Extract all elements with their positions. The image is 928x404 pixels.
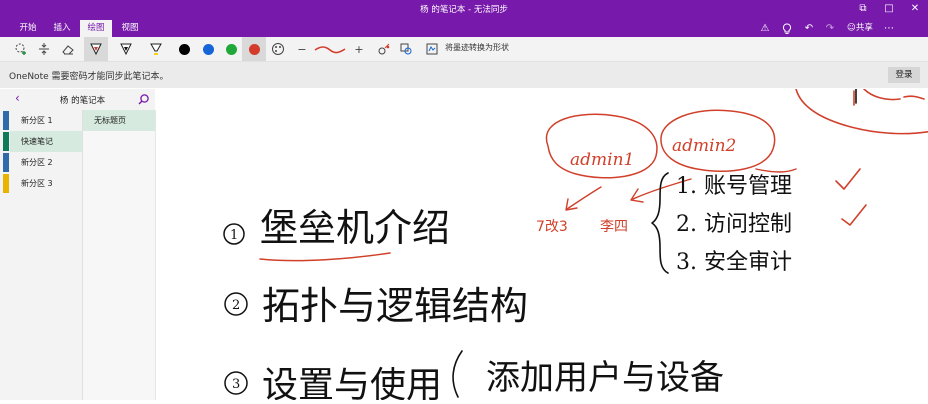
insert-space-icon[interactable] [34,39,54,59]
undo-icon[interactable]: ↶ [802,20,816,37]
warning-icon[interactable]: ⚠ [758,20,772,37]
window-title: 杨 的笔记本 - 无法同步 [420,5,508,15]
tab-draw[interactable]: 绘图 [80,20,112,37]
search-icon[interactable] [137,91,150,110]
more-options-icon[interactable]: ⋯ [882,20,896,37]
bubble-admin2-text: admin2 [672,136,736,156]
number-3: 3 [232,377,240,392]
brace-small [452,350,463,398]
section-color-tab [3,132,9,151]
shapes-icon[interactable] [396,39,416,59]
stroke-preview [312,39,348,59]
item-2: 2 拓扑与逻辑结构 [224,284,528,328]
number-1: 1 [230,228,238,243]
tab-view[interactable]: 视图 [114,20,146,37]
restore-window-icon[interactable]: ⧉ [850,0,876,18]
eraser-icon[interactable] [58,39,78,59]
number-2: 2 [232,298,240,313]
color-black-swatch[interactable] [174,39,194,59]
red-sketch-top-right [795,88,928,135]
item-3: 3 设置与使用 添加用户与设备 [224,350,724,404]
section-list: 新分区 1 快速笔记 新分区 2 新分区 3 [10,110,83,400]
section-item[interactable]: 新分区 3 [10,173,82,194]
section-label: 快速笔记 [21,137,53,146]
lightbulb-icon[interactable] [780,20,794,37]
note-canvas[interactable]: admin1 admin2 7改3 李四 1. 账号管理 2. 访问控制 3. … [156,88,928,404]
section-label: 新分区 1 [21,116,53,125]
feature-list: 1. 账号管理 2. 访问控制 3. 安全审计 [676,174,792,275]
share-label: 共享 [855,23,873,33]
section-color-tab [3,153,9,172]
red-note-left: 7改3 [536,219,568,235]
thickness-minus-icon[interactable]: − [292,39,312,59]
red-checkmarks [835,168,867,226]
color-green-swatch[interactable] [221,39,241,59]
tab-insert[interactable]: 插入 [46,20,78,37]
color-blue-swatch[interactable] [198,39,218,59]
share-icon: ☺ [847,23,856,33]
heading-item3: 设置与使用 [262,365,442,400]
section-item[interactable]: 新分区 1 [10,110,82,131]
notebook-title[interactable]: 杨 的笔记本 [10,94,155,106]
section-item[interactable]: 新分区 2 [10,152,82,173]
draw-ribbon: − + 将墨迹转换为形状 [0,37,928,62]
section-color-tab [3,111,9,130]
list-item: 1. 账号管理 [676,174,792,199]
bubble-admin1-text: admin1 [570,150,634,170]
page-list: 无标题页 [83,110,156,400]
section-label: 新分区 2 [21,158,53,167]
sync-notice-bar: OneNote 需要密码才能同步此笔记本。 登录 [0,62,928,88]
color-picker-icon[interactable] [268,39,288,59]
list-item: 3. 安全审计 [676,250,792,275]
bubble-admin2: admin2 [660,109,776,172]
tab-home[interactable]: 开始 [12,20,44,37]
notebook-header: ‹ 杨 的笔记本 [10,89,155,111]
sync-notice-text: OneNote 需要密码才能同步此笔记本。 [9,72,169,82]
color-red-swatch[interactable] [242,37,266,61]
bubble-admin1: admin1 [545,113,658,179]
pen-black-icon[interactable] [116,39,136,59]
heading-item2: 拓扑与逻辑结构 [262,284,528,328]
brace-stroke [651,172,669,274]
section-item-selected[interactable]: 快速笔记 [10,131,82,152]
share-button[interactable]: ☺共享 [845,20,875,37]
section-color-tab [3,174,9,193]
login-button[interactable]: 登录 [888,67,920,83]
pen-red-icon[interactable] [84,37,108,61]
title-bar: 杨 的笔记本 - 无法同步 开始 插入 绘图 视图 ⧉ □ ✕ ⚠ ↶ ↷ ☺共… [0,0,928,37]
lasso-add-icon[interactable] [11,39,31,59]
thickness-plus-icon[interactable]: + [349,39,369,59]
section-label: 新分区 3 [21,179,53,188]
ink-layer: admin1 admin2 7改3 李四 1. 账号管理 2. 访问控制 3. … [223,88,928,404]
red-note-mid: 李四 [600,219,628,235]
highlighter-icon[interactable] [146,39,166,59]
item-1: 1 堡垒机介绍 [223,206,450,262]
redo-icon[interactable]: ↷ [823,20,837,37]
list-item: 2. 访问控制 [676,212,792,237]
ink-to-shape-label[interactable]: 将墨迹转换为形状 [445,42,509,53]
page-label: 无标题页 [94,116,126,125]
page-item-selected[interactable]: 无标题页 [83,110,155,131]
maximize-icon[interactable]: □ [876,0,902,18]
close-icon[interactable]: ✕ [902,0,928,18]
subitem-add-user: 添加用户与设备 [486,358,724,398]
heading-item1: 堡垒机介绍 [260,206,450,250]
ink-effects-icon[interactable] [374,39,394,59]
red-underline [259,252,391,262]
ink-to-shape-icon[interactable] [422,39,442,59]
